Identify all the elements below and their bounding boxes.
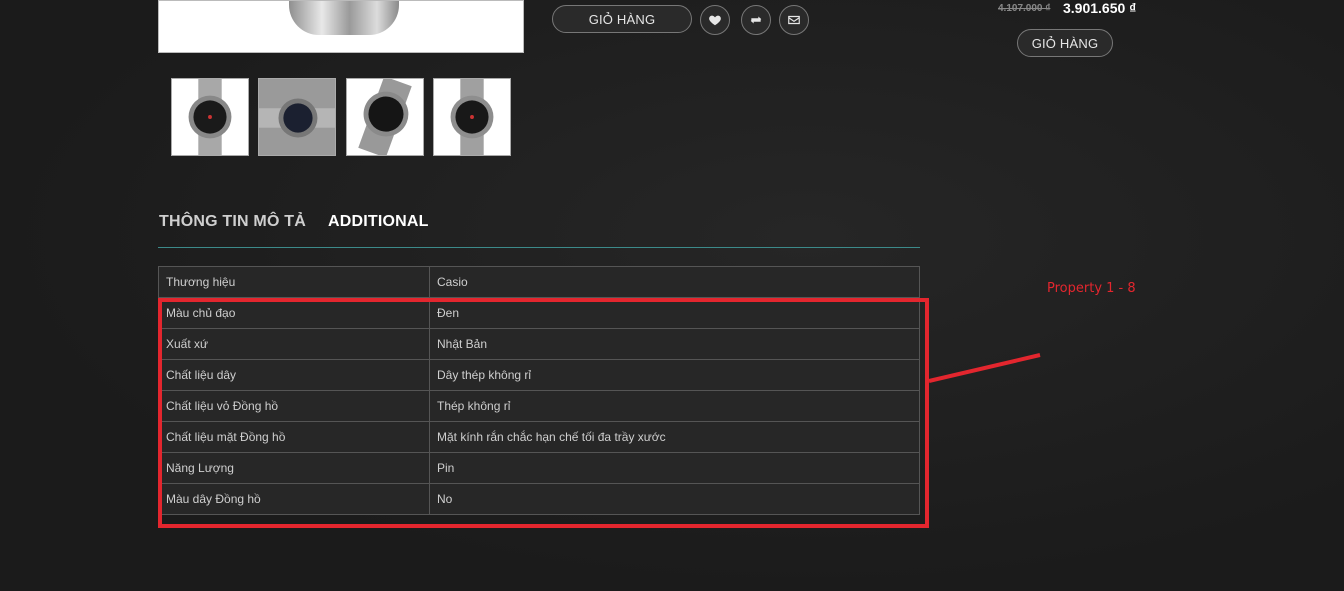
main-product-image [158, 0, 524, 53]
property-key: Màu chủ đạo [158, 297, 430, 329]
property-key: Xuất xứ [158, 328, 430, 360]
table-row: Thương hiệu Casio [158, 266, 920, 298]
watch-thumbnail-2[interactable] [258, 78, 336, 156]
property-value: Thép không rỉ [429, 390, 920, 422]
watch-thumbnail-3[interactable] [346, 78, 424, 156]
property-key: Năng Lượng [158, 452, 430, 484]
watch-thumbnail-4[interactable] [433, 78, 511, 156]
property-value: Dây thép không rỉ [429, 359, 920, 391]
tab-description[interactable]: THÔNG TIN MÔ TẢ [159, 213, 306, 231]
table-row: Xuất xứ Nhật Bản [158, 328, 920, 360]
property-value: No [429, 483, 920, 515]
table-row: Chất liệu dây Dây thép không rỉ [158, 359, 920, 391]
property-key: Chất liệu mặt Đồng hồ [158, 421, 430, 453]
sidebar-cart-button[interactable]: GIỎ HÀNG [1017, 29, 1113, 57]
tab-additional[interactable]: ADDITIONAL [328, 213, 429, 231]
heart-icon [709, 15, 721, 26]
annotation-label: Property 1 - 8 [1047, 281, 1136, 296]
table-row: Năng Lượng Pin [158, 452, 920, 484]
property-key: Chất liệu vỏ Đồng hồ [158, 390, 430, 422]
product-properties-table: Thương hiệu Casio Màu chủ đạo Đen Xuất x… [158, 266, 920, 515]
sale-price: 3.901.650 ₫ [1063, 0, 1137, 16]
compare-button[interactable] [741, 5, 771, 35]
property-value: Nhật Bản [429, 328, 920, 360]
add-to-cart-button[interactable]: GIỎ HÀNG [552, 5, 692, 33]
property-key: Thương hiệu [158, 266, 430, 298]
envelope-icon [788, 15, 800, 25]
wishlist-button[interactable] [700, 5, 730, 35]
property-value: Đen [429, 297, 920, 329]
email-button[interactable] [779, 5, 809, 35]
table-row: Chất liệu mặt Đồng hồ Mặt kính rắn chắc … [158, 421, 920, 453]
property-value: Casio [429, 266, 920, 298]
watch-band-image [289, 1, 399, 35]
watch-thumbnail-1[interactable] [171, 78, 249, 156]
product-tabs: THÔNG TIN MÔ TẢ ADDITIONAL [158, 213, 920, 248]
property-key: Chất liệu dây [158, 359, 430, 391]
property-value: Pin [429, 452, 920, 484]
property-key: Màu dây Đồng hồ [158, 483, 430, 515]
table-row: Màu dây Đồng hồ No [158, 483, 920, 515]
table-row: Màu chủ đạo Đen [158, 297, 920, 329]
refresh-icon [750, 16, 762, 24]
property-value: Mặt kính rắn chắc hạn chế tối đa trầy xư… [429, 421, 920, 453]
old-price: 4.107.000 ₫ [998, 3, 1051, 14]
table-row: Chất liệu vỏ Đồng hồ Thép không rỉ [158, 390, 920, 422]
